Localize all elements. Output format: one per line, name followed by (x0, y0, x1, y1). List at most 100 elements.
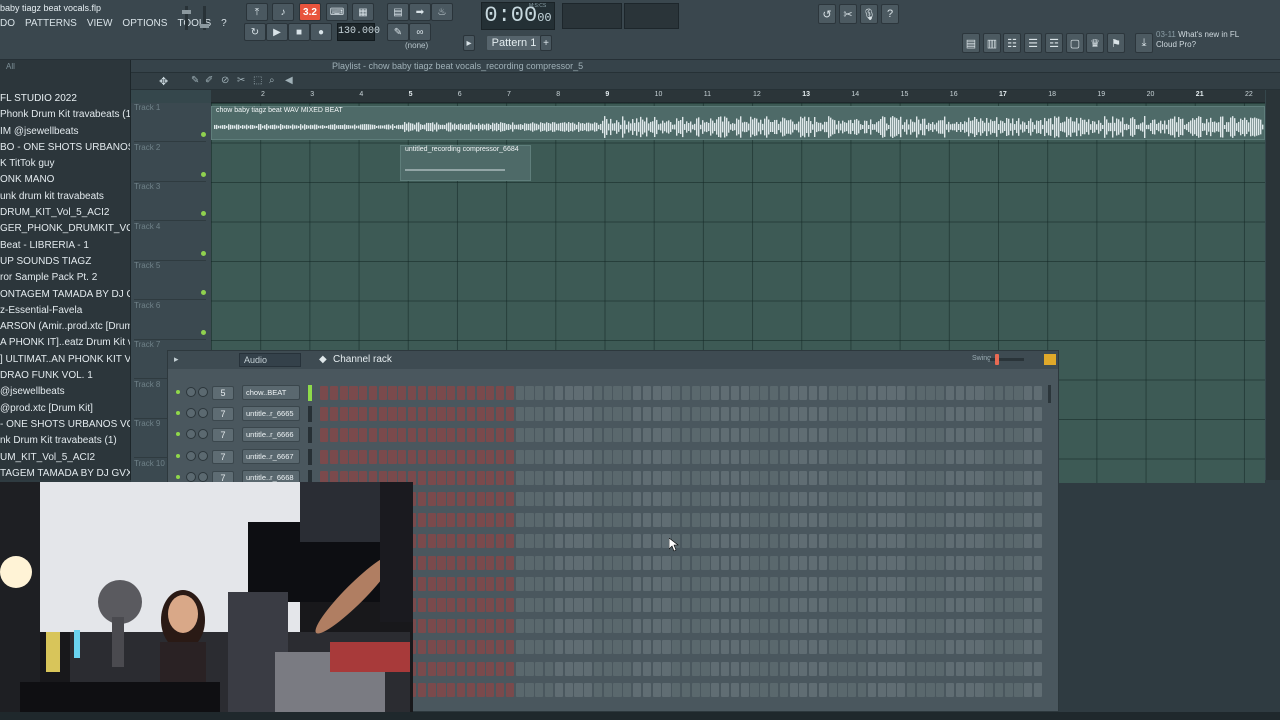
step-button[interactable] (515, 513, 524, 528)
step-button[interactable] (417, 513, 426, 528)
step-button[interactable] (437, 682, 446, 697)
step-button[interactable] (554, 598, 563, 612)
step-button[interactable] (515, 576, 524, 591)
step-button[interactable] (603, 555, 612, 570)
step-button[interactable] (740, 534, 749, 549)
step-button[interactable] (848, 470, 857, 485)
step-button[interactable] (1034, 449, 1043, 464)
step-button[interactable] (828, 661, 837, 676)
step-button[interactable] (838, 513, 847, 528)
step-button[interactable] (535, 619, 544, 634)
step-button[interactable] (711, 598, 720, 612)
step-button[interactable] (828, 407, 837, 422)
step-button[interactable] (388, 449, 397, 464)
step-button[interactable] (447, 386, 456, 400)
step-button[interactable] (985, 386, 994, 400)
step-button[interactable] (760, 492, 769, 506)
step-button[interactable] (672, 386, 681, 400)
step-button[interactable] (1034, 619, 1043, 634)
step-button[interactable] (456, 598, 466, 612)
master-volume-slider[interactable] (178, 4, 196, 32)
browser-item[interactable]: IM @jsewellbeats (0, 124, 130, 140)
step-button[interactable] (349, 407, 358, 422)
step-button[interactable] (574, 555, 583, 570)
step-button[interactable] (378, 407, 387, 422)
step-button[interactable] (437, 555, 446, 570)
step-button[interactable] (1014, 428, 1023, 443)
step-button[interactable] (1004, 492, 1013, 506)
step-button[interactable] (760, 576, 769, 591)
step-button[interactable] (906, 598, 916, 612)
step-button[interactable] (877, 682, 886, 697)
pattern-prev-icon[interactable]: ▸ (463, 35, 475, 51)
step-button[interactable] (799, 555, 808, 570)
rack-options-icon[interactable]: ▸ (174, 354, 179, 365)
channel-pan-knob[interactable] (186, 450, 196, 461)
step-button[interactable] (476, 534, 485, 549)
step-button[interactable] (857, 407, 867, 422)
step-button[interactable] (691, 449, 700, 464)
step-button[interactable] (857, 576, 867, 591)
arrow-right-icon[interactable]: ➡ (409, 3, 431, 21)
step-button[interactable] (496, 619, 505, 634)
channel-mute-led[interactable] (176, 432, 180, 437)
step-button[interactable] (897, 576, 906, 591)
step-button[interactable] (476, 513, 485, 528)
browser-item[interactable]: ONK MANO (0, 172, 130, 188)
step-button[interactable] (456, 386, 466, 400)
step-button[interactable] (691, 513, 700, 528)
step-button[interactable] (691, 640, 700, 655)
step-button[interactable] (437, 661, 446, 676)
browser-item[interactable]: ] ULTIMAT..AN PHONK KIT VOL. 3 (0, 352, 130, 368)
step-button[interactable] (701, 470, 710, 485)
step-button[interactable] (965, 640, 974, 655)
step-button[interactable] (799, 576, 808, 591)
step-button[interactable] (662, 619, 671, 634)
step-button[interactable] (926, 682, 935, 697)
step-button[interactable] (633, 492, 642, 506)
step-button[interactable] (359, 407, 368, 422)
step-button[interactable] (877, 661, 886, 676)
step-button[interactable] (1004, 640, 1013, 655)
step-button[interactable] (515, 598, 524, 612)
step-button[interactable] (476, 407, 485, 422)
browser-item[interactable]: @jsewellbeats (0, 384, 130, 400)
channel-select-indicator[interactable] (308, 406, 312, 423)
step-button[interactable] (525, 492, 534, 506)
step-button[interactable] (584, 619, 593, 634)
step-button[interactable] (877, 619, 886, 634)
step-edit-icon[interactable]: ▦ (352, 3, 374, 21)
step-button[interactable] (975, 492, 984, 506)
step-button[interactable] (769, 386, 779, 400)
browser-item[interactable]: GER_PHONK_DRUMKIT_VOL_3 (0, 221, 130, 237)
step-button[interactable] (544, 407, 554, 422)
step-button[interactable] (320, 449, 329, 464)
step-button[interactable] (887, 513, 896, 528)
step-button[interactable] (946, 576, 955, 591)
step-button[interactable] (994, 555, 1004, 570)
step-button[interactable] (388, 386, 397, 400)
step-button[interactable] (368, 428, 378, 443)
step-button[interactable] (711, 619, 720, 634)
step-button[interactable] (623, 407, 632, 422)
step-button[interactable] (447, 640, 456, 655)
step-button[interactable] (769, 619, 779, 634)
step-button[interactable] (329, 407, 338, 422)
playback-tool-icon[interactable]: ◀ (285, 75, 293, 86)
step-button[interactable] (476, 640, 485, 655)
step-button[interactable] (867, 682, 876, 697)
step-button[interactable] (985, 449, 994, 464)
step-button[interactable] (799, 534, 808, 549)
step-button[interactable] (505, 534, 515, 549)
step-button[interactable] (848, 682, 857, 697)
step-button[interactable] (799, 513, 808, 528)
step-button[interactable] (848, 492, 857, 506)
step-button[interactable] (779, 470, 788, 485)
step-button[interactable] (623, 619, 632, 634)
step-button[interactable] (975, 470, 984, 485)
step-button[interactable] (740, 555, 749, 570)
step-button[interactable] (750, 661, 759, 676)
step-button[interactable] (427, 576, 436, 591)
step-button[interactable] (329, 449, 338, 464)
step-button[interactable] (750, 513, 759, 528)
